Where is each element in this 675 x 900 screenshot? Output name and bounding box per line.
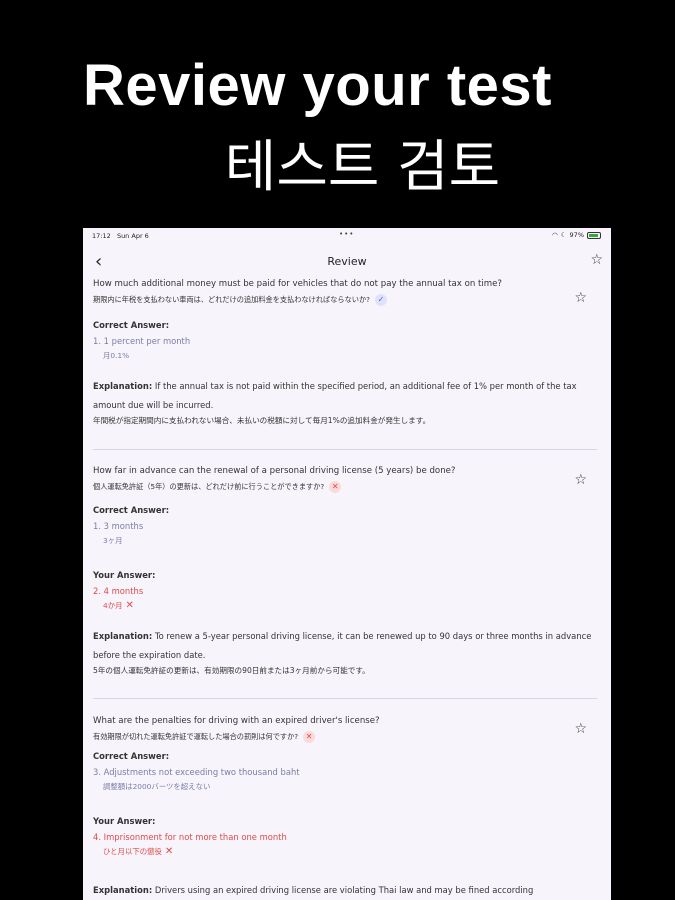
correct-answer-label: Correct Answer: [93,751,170,761]
explanation: Explanation: If the annual tax is not pa… [93,381,577,410]
question-text: What are the penalties for driving with … [93,716,380,726]
bookmark-star-icon[interactable]: ☆ [574,290,587,306]
promo-title-en: Review your test [83,53,552,118]
question-text: How much additional money must be paid f… [93,279,502,289]
wrong-x-icon: ✕ [125,600,134,611]
your-answer-jp: 4か月 ✕ [103,600,134,611]
explanation-jp: 5年の個人運転免許証の更新は、有効期限の90日前または3ヶ月前から可能です。 [93,666,370,675]
wrong-x-icon: ✕ [164,846,174,857]
explanation: Explanation: Drivers using an expired dr… [93,885,534,895]
question-card: ☆ How much additional money must be paid… [83,278,611,449]
moon-icon: ☾ [560,231,567,239]
bookmark-star-icon[interactable]: ☆ [574,472,587,488]
correct-answer: 3. Adjustments not exceeding two thousan… [93,767,300,777]
question-text-jp: 期限内に年税を支払わない車両は、どれだけの追加料金を支払わなければならないか? … [93,294,601,306]
correct-answer-jp: 月0.1% [103,351,130,360]
wrong-x-icon: ✕ [329,481,342,493]
correct-answer: 1. 1 percent per month [93,336,191,346]
correct-answer-label: Correct Answer: [93,505,170,515]
correct-answer-jp: 3ヶ月 [103,536,123,545]
correct-answer-jp: 調整額は2000バーツを超えない [103,782,211,791]
device-screen: 17:12 Sun Apr 6 ••• ◠ ☾ 97% ‹ Review ☆ ☆… [83,228,611,900]
question-card: ☆ What are the penalties for driving wit… [83,699,611,900]
status-time: 17:12 Sun Apr 6 [92,232,149,240]
explanation-jp: 年間税が指定期間内に支払われない場合、未払いの税額に対して毎月1%の追加料金が発… [93,416,431,425]
battery-icon [587,231,601,239]
correct-answer-label: Correct Answer: [93,320,170,330]
nav-bar: ‹ Review ☆ [83,244,611,278]
correct-check-icon: ✓ [374,294,387,306]
question-text-jp: 有効期限が切れた運転免許証で運転した場合の罰則は何ですか? ✕ [93,731,601,743]
bookmark-star-icon[interactable]: ☆ [574,721,587,737]
wrong-x-icon: ✕ [303,731,316,743]
promo-title-ko: 테스트 검토 [224,135,501,200]
your-answer-jp: ひと月以下の懲役 ✕ [103,846,174,857]
your-answer-label: Your Answer: [93,816,156,826]
wifi-icon: ◠ [552,231,558,239]
multitask-dots-icon[interactable]: ••• [339,230,354,238]
your-answer: 4. Imprisonment for not more than one mo… [93,832,287,842]
star-icon[interactable]: ☆ [590,252,603,268]
your-answer-label: Your Answer: [93,570,156,580]
question-card: ☆ How far in advance can the renewal of … [83,450,611,698]
your-answer: 2. 4 months [93,586,144,596]
status-bar: 17:12 Sun Apr 6 ••• ◠ ☾ 97% [83,228,611,244]
correct-answer: 1. 3 months [93,521,144,531]
question-text: How far in advance can the renewal of a … [93,466,456,476]
explanation: Explanation: To renew a 5-year personal … [93,631,592,660]
question-text-jp: 個人運転免許証（5年）の更新は、どれだけ前に行うことができますか? ✕ [93,481,601,493]
page-title: Review [327,255,367,268]
status-right: ◠ ☾ 97% [552,231,601,239]
battery-percent: 97% [569,231,584,239]
